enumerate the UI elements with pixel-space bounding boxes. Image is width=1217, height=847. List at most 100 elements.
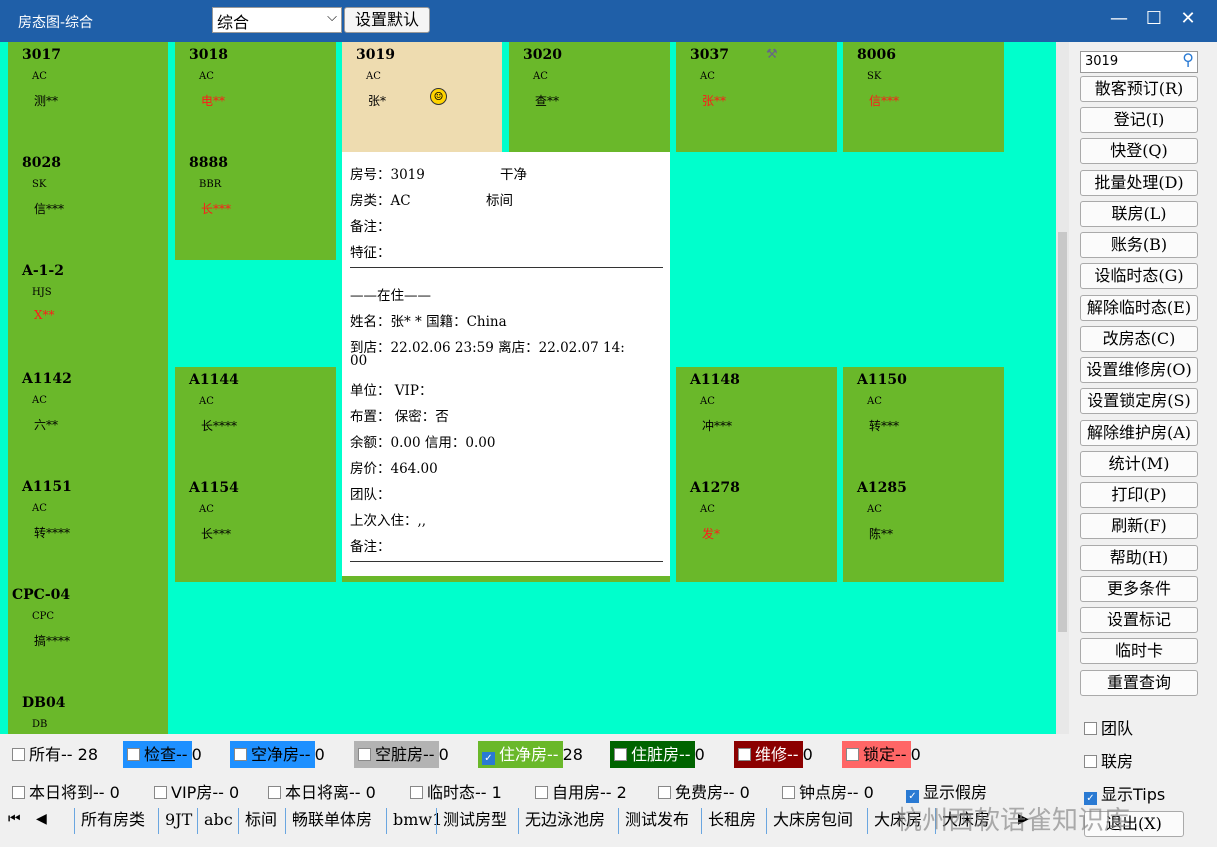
room-tile[interactable]: 3037 ⚒ AC 张** [676, 42, 837, 152]
legend-label: 住脏房-- [631, 745, 691, 764]
room-tile[interactable]: A1150 AC 转*** [843, 367, 1004, 475]
tip-type: 房类：AC [350, 193, 411, 209]
team-checkbox[interactable]: 团队 [1084, 715, 1133, 739]
legend-locked[interactable]: 锁定-- 0 [842, 741, 921, 768]
room-type: SK [867, 71, 882, 82]
change-room-status-button[interactable]: 改房态(C) [1080, 326, 1198, 352]
legend-inspect[interactable]: 检查-- 0 [123, 741, 202, 768]
more-conditions-button[interactable]: 更多条件 [1080, 576, 1198, 602]
set-mark-button[interactable]: 设置标记 [1080, 607, 1198, 633]
tab-king-room-package[interactable]: 大床房包间 [766, 808, 853, 834]
room-type: AC [199, 504, 214, 515]
view-select[interactable]: 综合 ⌵ [212, 7, 342, 33]
room-number: A-1-2 [22, 263, 64, 279]
checkin-button[interactable]: 登记(I) [1080, 107, 1198, 133]
filter-arriving-today[interactable]: 本日将到-- 0 [12, 779, 120, 803]
tab-changlian[interactable]: 畅联单体房 [285, 808, 372, 834]
room-tile[interactable]: CPC-04 CPC 搞**** [8, 582, 168, 690]
prev-page-icon[interactable]: ◀ [36, 811, 47, 827]
checkbox-icon [614, 748, 627, 761]
tab-test-publish[interactable]: 测试发布 [618, 808, 689, 834]
tab-test-type[interactable]: 测试房型 [436, 808, 507, 834]
clear-maintenance-button[interactable]: 解除维护房(A) [1080, 420, 1198, 446]
room-tile[interactable]: 3020 AC 查** [509, 42, 670, 152]
set-temp-status-button[interactable]: 设临时态(G) [1080, 263, 1198, 289]
tab-abc[interactable]: abc [197, 808, 233, 834]
quick-checkin-button[interactable]: 快登(Q) [1080, 138, 1198, 164]
refresh-button[interactable]: 刷新(F) [1080, 513, 1198, 539]
tab-9jt[interactable]: 9JT [158, 808, 192, 834]
legend-occupied-dirty[interactable]: 住脏房-- 0 [610, 741, 705, 768]
room-tile-selected[interactable]: 3019 AC 张* ☺ [342, 42, 502, 152]
tab-standard[interactable]: 标间 [238, 808, 277, 834]
legend-vacant-clean[interactable]: 空净房-- 0 [230, 741, 325, 768]
help-button[interactable]: 帮助(H) [1080, 545, 1198, 571]
room-number: A1148 [690, 372, 740, 388]
legend-occupied-clean[interactable]: ✓ 住净房-- 28 [478, 741, 583, 768]
room-number: 8028 [22, 155, 61, 171]
room-tile[interactable]: 8888 BBR 长*** [175, 150, 336, 260]
close-icon[interactable]: ✕ [1176, 8, 1200, 29]
scroll-thumb[interactable] [1058, 232, 1067, 632]
batch-process-button[interactable]: 批量处理(D) [1080, 170, 1198, 196]
legend-label: 空净房-- [251, 745, 311, 764]
legend-label: 空脏房-- [375, 745, 435, 764]
set-maintenance-button[interactable]: 设置维修房(O) [1080, 357, 1198, 383]
vertical-scrollbar[interactable] [1056, 42, 1069, 734]
accounts-button[interactable]: 账务(B) [1080, 232, 1198, 258]
filter-temp-status[interactable]: 临时态-- 1 [410, 779, 502, 803]
room-tile[interactable]: 8028 SK 信*** [8, 150, 168, 258]
room-tile[interactable]: A-1-2 HJS X** [8, 258, 168, 366]
room-number: A1154 [189, 480, 239, 496]
set-default-button[interactable]: 设置默认 [344, 7, 430, 33]
walkin-booking-button[interactable]: 散客预订(R) [1080, 76, 1198, 102]
checkbox-label: 团队 [1101, 719, 1134, 738]
filter-hourly[interactable]: 钟点房-- 0 [782, 779, 874, 803]
divider [350, 267, 663, 268]
guest-name: 张* [368, 94, 387, 108]
guest-name: 长*** [201, 527, 232, 541]
print-button[interactable]: 打印(P) [1080, 482, 1198, 508]
room-tile[interactable]: 3017 AC 测** [8, 42, 168, 150]
tip-balance: 余额：0.00 信用：0.00 [350, 435, 496, 451]
room-tile[interactable]: 8006 SK 信*** [843, 42, 1004, 152]
filter-complimentary[interactable]: 免费房-- 0 [658, 779, 750, 803]
temp-card-button[interactable]: 临时卡 [1080, 638, 1198, 664]
room-tile[interactable]: A1285 AC 陈** [843, 475, 1004, 582]
legend-all[interactable]: 所有-- 28 [12, 741, 98, 768]
room-type: AC [32, 71, 47, 82]
clear-temp-status-button[interactable]: 解除临时态(E) [1080, 295, 1198, 321]
legend-maintenance[interactable]: 维修-- 0 [734, 741, 813, 768]
filter-departing-today[interactable]: 本日将离-- 0 [268, 779, 376, 803]
room-tile[interactable]: A1278 AC 发* [676, 475, 837, 582]
tab-all-types[interactable]: 所有房类 [74, 808, 145, 834]
legend-label: 检查-- [144, 745, 188, 764]
tab-bmw1[interactable]: bmw1 [386, 808, 442, 834]
room-number: DB04 [22, 695, 66, 711]
link-room-button[interactable]: 联房(L) [1080, 201, 1198, 227]
room-number: 3018 [189, 47, 228, 63]
linked-room-checkbox[interactable]: 联房 [1084, 748, 1133, 772]
room-tile[interactable]: A1151 AC 转**** [8, 474, 168, 582]
room-tile[interactable]: A1142 AC 六** [8, 366, 168, 474]
legend-label: 维修-- [755, 745, 799, 764]
room-tile[interactable]: A1154 AC 长*** [175, 475, 336, 582]
filter-house-use[interactable]: 自用房-- 2 [535, 779, 627, 803]
search-icon[interactable]: ⚲ [1182, 50, 1194, 69]
filter-vip[interactable]: VIP房-- 0 [154, 779, 239, 803]
reset-query-button[interactable]: 重置查询 [1080, 670, 1198, 696]
maximize-icon[interactable]: ☐ [1142, 8, 1166, 29]
room-tile[interactable]: A1148 AC 冲*** [676, 367, 837, 475]
tab-long-stay[interactable]: 长租房 [701, 808, 756, 834]
guest-name: 测** [34, 94, 59, 108]
statistics-button[interactable]: 统计(M) [1080, 451, 1198, 477]
title-bar: 房态图-综合 综合 ⌵ 设置默认 — ☐ ✕ [0, 0, 1217, 42]
room-search-input[interactable]: 3019 ⚲ [1080, 50, 1198, 73]
set-locked-button[interactable]: 设置锁定房(S) [1080, 388, 1198, 414]
tip-feature: 特征： [350, 245, 391, 261]
first-page-icon[interactable]: ⏮ [8, 811, 21, 827]
tab-infinity-pool[interactable]: 无边泳池房 [518, 808, 605, 834]
room-tile[interactable]: DB04 DB [8, 690, 168, 734]
minimize-icon[interactable]: — [1107, 8, 1131, 29]
legend-vacant-dirty[interactable]: 空脏房-- 0 [354, 741, 449, 768]
